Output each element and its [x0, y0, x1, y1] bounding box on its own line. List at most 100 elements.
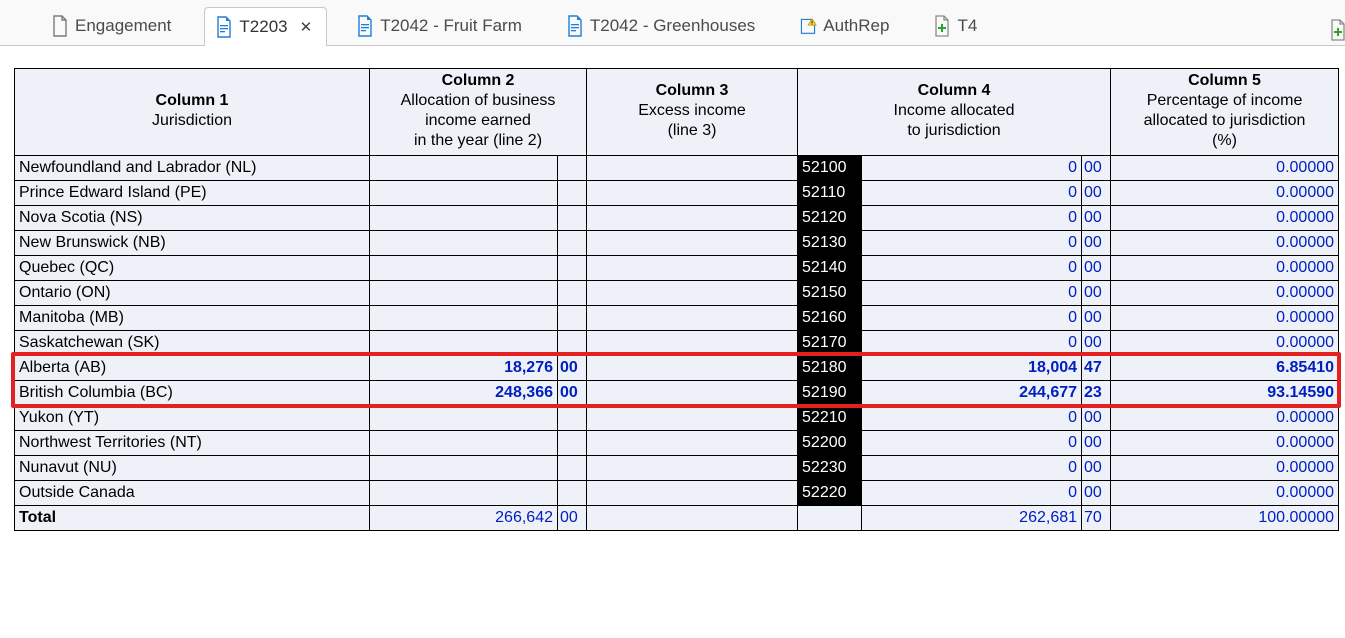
col2-cents-cell[interactable]	[558, 406, 587, 431]
tab-engagement[interactable]: Engagement	[40, 6, 186, 45]
tab-authrep[interactable]: AuthRep	[788, 6, 904, 45]
tab-t2203[interactable]: T2203 ✕	[204, 7, 327, 46]
col4-amount-cell[interactable]: 0	[862, 481, 1082, 506]
jurisdiction-cell[interactable]: Newfoundland and Labrador (NL)	[15, 156, 370, 181]
col2-amount-cell[interactable]	[370, 406, 558, 431]
col2-amount-cell[interactable]: 18,276	[370, 356, 558, 381]
col3-cell[interactable]	[587, 406, 798, 431]
col2-amount-cell[interactable]	[370, 181, 558, 206]
col2-amount-cell[interactable]	[370, 281, 558, 306]
col2-amount-cell[interactable]	[370, 431, 558, 456]
col2-amount-cell[interactable]	[370, 156, 558, 181]
col4-amount-cell[interactable]: 0	[862, 181, 1082, 206]
col5-percent-cell[interactable]: 6.85410	[1111, 356, 1339, 381]
col4-cents-cell[interactable]: 00	[1082, 431, 1111, 456]
col5-percent-cell[interactable]: 0.00000	[1111, 181, 1339, 206]
col4-cents-cell[interactable]: 00	[1082, 231, 1111, 256]
col4-cents-cell[interactable]: 47	[1082, 356, 1111, 381]
col3-cell[interactable]	[587, 331, 798, 356]
col3-cell[interactable]	[587, 181, 798, 206]
tab-t4[interactable]: T4	[922, 6, 992, 45]
col4-cents-cell[interactable]: 00	[1082, 256, 1111, 281]
col2-cents-cell[interactable]: 00	[558, 356, 587, 381]
col4-cents-cell[interactable]: 00	[1082, 206, 1111, 231]
col2-cents-cell[interactable]	[558, 231, 587, 256]
jurisdiction-cell[interactable]: Manitoba (MB)	[15, 306, 370, 331]
col5-percent-cell[interactable]: 0.00000	[1111, 231, 1339, 256]
col2-cents-cell[interactable]	[558, 331, 587, 356]
col5-percent-cell[interactable]: 0.00000	[1111, 156, 1339, 181]
col3-cell[interactable]	[587, 456, 798, 481]
col4-amount-cell[interactable]: 0	[862, 406, 1082, 431]
col5-percent-cell[interactable]: 0.00000	[1111, 281, 1339, 306]
jurisdiction-cell[interactable]: Northwest Territories (NT)	[15, 431, 370, 456]
col4-amount-cell[interactable]: 0	[862, 231, 1082, 256]
col4-cents-cell[interactable]: 00	[1082, 406, 1111, 431]
jurisdiction-cell[interactable]: Outside Canada	[15, 481, 370, 506]
col4-amount-cell[interactable]: 0	[862, 206, 1082, 231]
col5-percent-cell[interactable]: 0.00000	[1111, 206, 1339, 231]
col4-cents-cell[interactable]: 00	[1082, 456, 1111, 481]
jurisdiction-cell[interactable]: Nunavut (NU)	[15, 456, 370, 481]
col2-amount-cell[interactable]	[370, 481, 558, 506]
col2-cents-cell[interactable]	[558, 156, 587, 181]
col5-percent-cell[interactable]: 0.00000	[1111, 306, 1339, 331]
jurisdiction-cell[interactable]: Prince Edward Island (PE)	[15, 181, 370, 206]
col2-amount-cell[interactable]: 248,366	[370, 381, 558, 406]
col2-cents-cell[interactable]	[558, 481, 587, 506]
jurisdiction-cell[interactable]: Nova Scotia (NS)	[15, 206, 370, 231]
col2-amount-cell[interactable]	[370, 256, 558, 281]
col4-amount-cell[interactable]: 0	[862, 456, 1082, 481]
col2-amount-cell[interactable]	[370, 456, 558, 481]
col3-cell[interactable]	[587, 356, 798, 381]
col5-percent-cell[interactable]: 0.00000	[1111, 456, 1339, 481]
col4-cents-cell[interactable]: 00	[1082, 306, 1111, 331]
col4-cents-cell[interactable]: 00	[1082, 481, 1111, 506]
col4-amount-cell[interactable]: 0	[862, 256, 1082, 281]
col3-cell[interactable]	[587, 481, 798, 506]
col3-cell[interactable]	[587, 431, 798, 456]
col4-cents-cell[interactable]: 00	[1082, 156, 1111, 181]
col4-amount-cell[interactable]: 18,004	[862, 356, 1082, 381]
col3-cell[interactable]	[587, 381, 798, 406]
jurisdiction-cell[interactable]: New Brunswick (NB)	[15, 231, 370, 256]
col4-cents-cell[interactable]: 00	[1082, 331, 1111, 356]
col2-cents-cell[interactable]	[558, 306, 587, 331]
col2-cents-cell[interactable]	[558, 181, 587, 206]
tab-t2042-green[interactable]: T2042 - Greenhouses	[555, 6, 770, 45]
col4-amount-cell[interactable]: 0	[862, 331, 1082, 356]
col2-cents-cell[interactable]	[558, 456, 587, 481]
col4-amount-cell[interactable]: 0	[862, 306, 1082, 331]
jurisdiction-cell[interactable]: Alberta (AB)	[15, 356, 370, 381]
col3-cell[interactable]	[587, 281, 798, 306]
jurisdiction-cell[interactable]: Quebec (QC)	[15, 256, 370, 281]
col4-cents-cell[interactable]: 23	[1082, 381, 1111, 406]
col5-percent-cell[interactable]: 93.14590	[1111, 381, 1339, 406]
jurisdiction-cell[interactable]: British Columbia (BC)	[15, 381, 370, 406]
col2-cents-cell[interactable]	[558, 281, 587, 306]
col3-cell[interactable]	[587, 306, 798, 331]
col2-amount-cell[interactable]	[370, 206, 558, 231]
col2-cents-cell[interactable]	[558, 206, 587, 231]
col4-amount-cell[interactable]: 0	[862, 156, 1082, 181]
col4-amount-cell[interactable]: 244,677	[862, 381, 1082, 406]
col2-amount-cell[interactable]	[370, 331, 558, 356]
close-icon[interactable]: ✕	[300, 18, 313, 36]
col5-percent-cell[interactable]: 0.00000	[1111, 331, 1339, 356]
col2-amount-cell[interactable]	[370, 231, 558, 256]
col3-cell[interactable]	[587, 206, 798, 231]
new-tab-button[interactable]	[1329, 19, 1345, 45]
col2-cents-cell[interactable]: 00	[558, 381, 587, 406]
tab-t2042-fruit[interactable]: T2042 - Fruit Farm	[345, 6, 537, 45]
col5-percent-cell[interactable]: 0.00000	[1111, 481, 1339, 506]
col4-cents-cell[interactable]: 00	[1082, 281, 1111, 306]
col3-cell[interactable]	[587, 231, 798, 256]
jurisdiction-cell[interactable]: Ontario (ON)	[15, 281, 370, 306]
jurisdiction-cell[interactable]: Yukon (YT)	[15, 406, 370, 431]
col3-cell[interactable]	[587, 156, 798, 181]
col5-percent-cell[interactable]: 0.00000	[1111, 406, 1339, 431]
col5-percent-cell[interactable]: 0.00000	[1111, 431, 1339, 456]
col3-cell[interactable]	[587, 256, 798, 281]
col4-cents-cell[interactable]: 00	[1082, 181, 1111, 206]
col2-amount-cell[interactable]	[370, 306, 558, 331]
